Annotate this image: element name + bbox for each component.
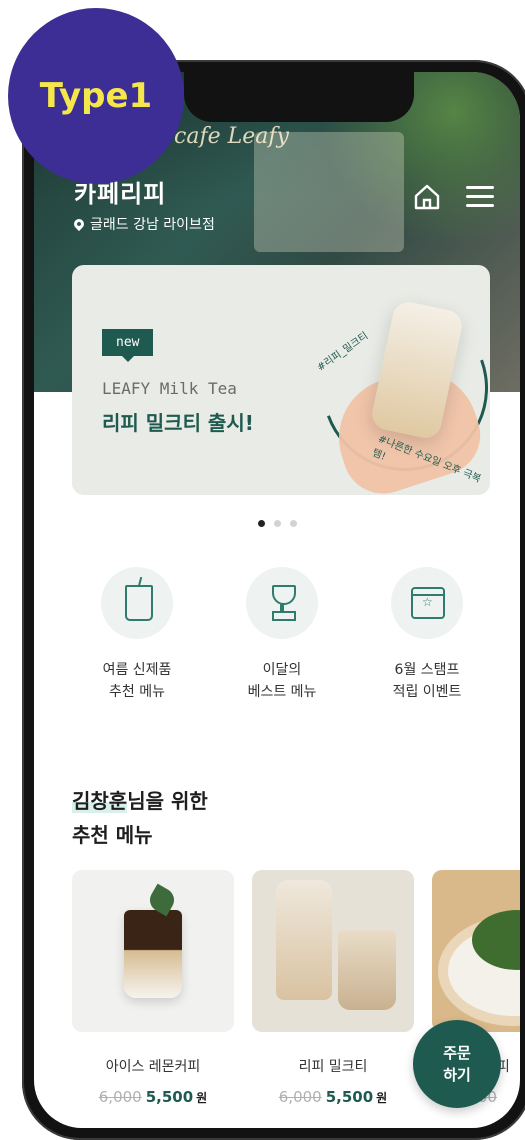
product-price: 6,000 5,500 원 — [72, 1088, 234, 1106]
type-badge: Type1 — [8, 8, 184, 184]
banner-pagination[interactable] — [34, 520, 520, 527]
quick-menu-summer-new[interactable]: 여름 신제품 추천 메뉴 — [72, 567, 202, 703]
currency: 원 — [376, 1091, 388, 1105]
home-icon[interactable] — [412, 182, 442, 212]
original-price: 6,000 — [98, 1088, 142, 1106]
type-badge-label: Type1 — [39, 76, 153, 116]
product-card[interactable]: 아이스 레몬커피 6,000 5,500 원 — [72, 870, 234, 1106]
product-name: 아이스 레몬커피 — [105, 1059, 201, 1075]
banner-title: 리피 밀크티 출시! — [102, 411, 254, 435]
banner-subtitle: LEAFY Milk Tea — [102, 379, 237, 398]
location-pin-icon — [71, 216, 87, 232]
product-image — [72, 870, 234, 1032]
quick-menu-label: 이달의 베스트 메뉴 — [247, 662, 317, 700]
product-image — [252, 870, 414, 1032]
sale-price: 5,500 — [325, 1088, 374, 1106]
store-branch[interactable]: 글래드 강남 라이브점 — [71, 214, 215, 234]
calendar-star-icon — [391, 567, 463, 639]
product-card[interactable]: 리피 밀크티 6,000 5,500 원 — [252, 870, 414, 1106]
quick-menu-stamp-event[interactable]: 6월 스탬프 적립 이벤트 — [362, 567, 492, 703]
quick-menu-best[interactable]: 이달의 베스트 메뉴 — [217, 567, 347, 703]
pagination-dot[interactable] — [273, 520, 281, 527]
trophy-icon — [246, 567, 318, 639]
phone-frame: cafe Leafy 카페리피 글래드 강남 라이브점 new LEAFY Mi… — [22, 60, 525, 1140]
phone-notch — [184, 72, 414, 122]
original-price: 6,000 — [278, 1088, 322, 1106]
currency: 원 — [196, 1091, 208, 1105]
recommend-section-title: 김창훈님을 위한 추천 메뉴 — [72, 789, 208, 847]
promo-banner[interactable]: new LEAFY Milk Tea 리피 밀크티 출시! #리피_밀크티 #나… — [72, 265, 490, 495]
quick-menu-label: 여름 신제품 추천 메뉴 — [102, 662, 172, 700]
iced-drink-icon — [101, 567, 173, 639]
order-button[interactable]: 주문 하기 — [413, 1020, 501, 1108]
neon-sign: cafe Leafy — [174, 124, 289, 149]
pagination-dot[interactable] — [289, 520, 297, 527]
product-image — [432, 870, 520, 1032]
sale-price: 5,500 — [145, 1088, 194, 1106]
hamburger-menu-icon[interactable] — [466, 184, 494, 210]
quick-menu: 여름 신제품 추천 메뉴 이달의 베스트 메뉴 6월 스탬프 적립 이벤트 — [72, 567, 492, 703]
product-name: 리피 밀크티 — [298, 1059, 368, 1075]
store-branch-label: 글래드 강남 라이브점 — [90, 217, 215, 233]
pagination-dot[interactable] — [257, 520, 265, 527]
product-price: 6,000 5,500 원 — [252, 1088, 414, 1106]
quick-menu-label: 6월 스탬프 적립 이벤트 — [392, 662, 462, 700]
user-name: 김창훈 — [72, 789, 128, 813]
app-screen: cafe Leafy 카페리피 글래드 강남 라이브점 new LEAFY Mi… — [34, 72, 520, 1128]
new-tag: new — [102, 329, 154, 362]
